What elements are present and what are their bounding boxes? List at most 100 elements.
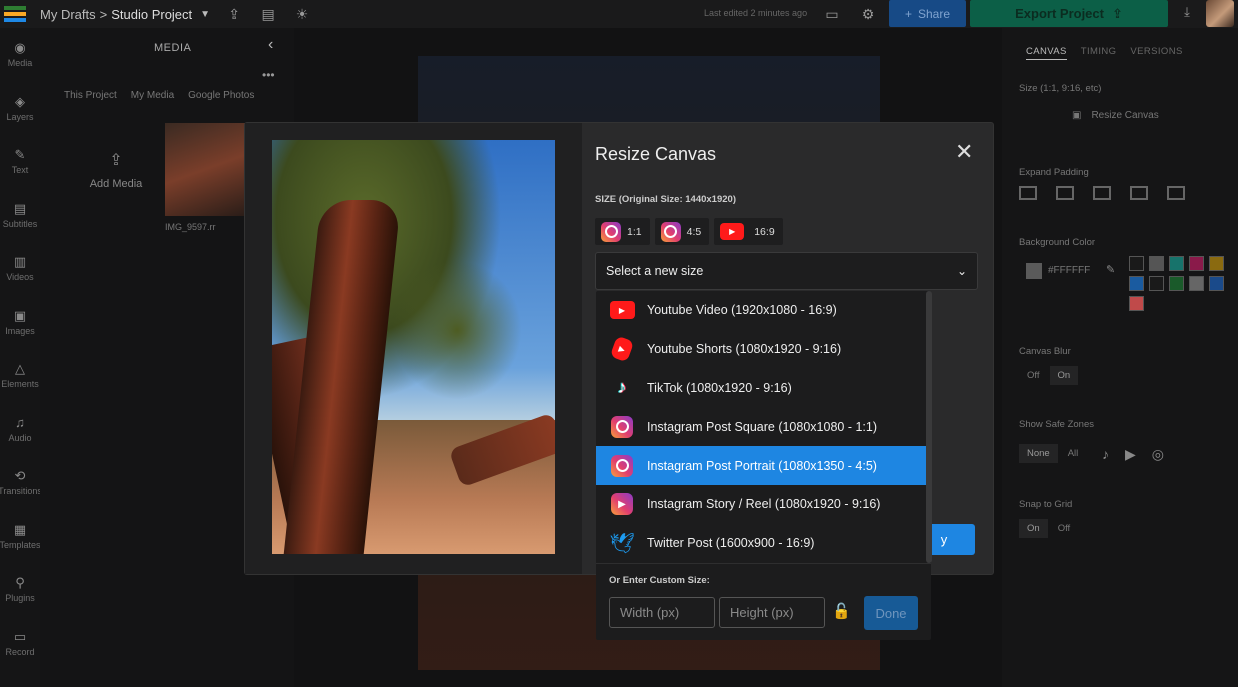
videos-icon: ▥ xyxy=(13,254,27,270)
color-swatch[interactable] xyxy=(1169,256,1184,271)
color-swatch[interactable] xyxy=(1149,276,1164,291)
media-thumbnail[interactable] xyxy=(165,123,245,216)
snap-off-option[interactable]: Off xyxy=(1050,519,1079,538)
lock-icon[interactable]: 🔓 xyxy=(832,602,851,622)
record-icon: ▭ xyxy=(13,628,27,644)
avatar[interactable] xyxy=(1206,0,1234,27)
size-select[interactable]: Select a new size ⌄ xyxy=(595,252,978,290)
height-input[interactable] xyxy=(719,597,825,628)
blur-off-option[interactable]: Off xyxy=(1019,366,1048,385)
add-media-button[interactable]: ⇪ Add Media xyxy=(76,150,156,190)
quick-size-4-5[interactable]: 4:5 xyxy=(654,218,710,245)
gear-icon[interactable]: ⚙ xyxy=(856,2,880,26)
share-button[interactable]: + Share xyxy=(889,0,966,27)
padding-bottom-icon[interactable] xyxy=(1093,186,1111,200)
quick-size-1-1[interactable]: 1:1 xyxy=(595,218,650,245)
tab-timing[interactable]: TIMING xyxy=(1081,46,1117,60)
snap-on-option[interactable]: On xyxy=(1019,519,1048,538)
resize-canvas-button[interactable]: ▣ Resize Canvas xyxy=(1072,110,1159,121)
option-tiktok[interactable]: ♪ TikTok (1080x1920 - 9:16) xyxy=(596,369,926,408)
color-swatch[interactable] xyxy=(1129,296,1144,311)
rail-item-videos[interactable]: ▥ Videos xyxy=(0,242,40,296)
subtitles-toggle-icon[interactable]: ▤ xyxy=(256,2,280,26)
rail-item-label: Layers xyxy=(6,111,34,122)
rail-item-text[interactable]: ✎ Text xyxy=(0,135,40,189)
rail-item-elements[interactable]: △ Elements xyxy=(0,349,40,403)
logo-icon[interactable] xyxy=(0,0,30,28)
background-color-swatch[interactable] xyxy=(1026,263,1042,279)
padding-none-icon[interactable] xyxy=(1167,186,1185,200)
project-name[interactable]: Studio Project xyxy=(111,7,192,22)
eyedropper-icon[interactable]: ✎ xyxy=(1106,263,1115,276)
color-swatch[interactable] xyxy=(1129,276,1144,291)
chevron-down-icon: ⌄ xyxy=(956,264,967,278)
breadcrumb-separator: > xyxy=(99,6,108,22)
color-swatch[interactable] xyxy=(1169,276,1184,291)
color-swatch[interactable] xyxy=(1149,256,1164,271)
width-input[interactable] xyxy=(609,597,715,628)
option-instagram-story[interactable]: ▶ Instagram Story / Reel (1080x1920 - 9:… xyxy=(596,485,926,524)
media-icon: ◉ xyxy=(14,40,26,56)
quick-size-16-9[interactable]: ▶ 16:9 xyxy=(714,218,783,245)
more-options-icon[interactable]: ••• xyxy=(262,68,275,82)
color-swatch[interactable] xyxy=(1129,256,1144,271)
rail-item-plugins[interactable]: ⚲ Plugins xyxy=(0,563,40,617)
tab-this-project[interactable]: This Project xyxy=(64,90,117,101)
background-color-hex[interactable]: #FFFFFF xyxy=(1048,265,1090,276)
tab-canvas[interactable]: CANVAS xyxy=(1026,46,1067,60)
rail-item-transitions[interactable]: ⟲ Transitions xyxy=(0,456,42,510)
color-swatch[interactable] xyxy=(1209,276,1224,291)
properties-panel: CANVAS TIMING VERSIONS Size (1:1, 9:16, … xyxy=(1002,28,1238,687)
rail-item-label: Text xyxy=(11,165,29,176)
option-youtube-video[interactable]: ▶ Youtube Video (1920x1080 - 16:9) xyxy=(596,291,926,330)
rail-item-label: Videos xyxy=(6,272,34,283)
safe-zones-none[interactable]: None xyxy=(1019,444,1058,463)
safe-zones-all[interactable]: All xyxy=(1060,444,1087,463)
tab-google-photos[interactable]: Google Photos xyxy=(188,90,254,101)
rail-item-audio[interactable]: ♫ Audio xyxy=(0,403,40,457)
upload-icon[interactable]: ⇪ xyxy=(222,2,246,26)
lightbulb-icon[interactable]: ☀ xyxy=(290,2,314,26)
tab-versions[interactable]: VERSIONS xyxy=(1130,46,1182,60)
tiktok-icon[interactable]: ♪ xyxy=(1102,446,1109,463)
rail-item-subtitles[interactable]: ▤ Subtitles xyxy=(0,189,40,243)
add-media-label: Add Media xyxy=(89,178,143,190)
images-icon: ▣ xyxy=(13,307,27,323)
collapse-panel-icon[interactable]: ‹ xyxy=(268,36,273,54)
rail-item-layers[interactable]: ◈ Layers xyxy=(0,82,40,136)
download-icon[interactable]: ⤓ xyxy=(1176,4,1198,24)
color-swatch[interactable] xyxy=(1189,256,1204,271)
instagram-icon[interactable]: ◎ xyxy=(1152,446,1164,463)
comments-icon[interactable]: ▭ xyxy=(820,2,844,26)
export-project-button[interactable]: Export Project ⇪ xyxy=(970,0,1168,27)
plugins-icon: ⚲ xyxy=(15,575,25,591)
rail-item-label: Record xyxy=(5,646,35,657)
rail-item-media[interactable]: ◉ Media xyxy=(0,28,40,82)
templates-icon: ▦ xyxy=(13,521,27,537)
option-twitter-post[interactable]: 🕊 Twitter Post (1600x900 - 16:9) xyxy=(596,524,926,563)
youtube-icon[interactable]: ▶ xyxy=(1125,446,1136,463)
close-icon[interactable]: ✕ xyxy=(955,141,973,163)
text-icon: ✎ xyxy=(14,147,26,163)
color-swatch[interactable] xyxy=(1209,256,1224,271)
padding-right-icon[interactable] xyxy=(1056,186,1074,200)
rail-item-templates[interactable]: ▦ Templates xyxy=(0,510,41,564)
size-options-list: ▶ Youtube Video (1920x1080 - 16:9) ▶ You… xyxy=(596,291,926,561)
youtube-shorts-icon: ▶ xyxy=(609,335,635,363)
chevron-down-icon[interactable]: ▼ xyxy=(200,9,210,20)
padding-left-icon[interactable] xyxy=(1130,186,1148,200)
modal-preview-pane xyxy=(245,123,582,574)
breadcrumb-root[interactable]: My Drafts xyxy=(40,7,96,22)
option-instagram-square[interactable]: Instagram Post Square (1080x1080 - 1:1) xyxy=(596,407,926,446)
rail-item-images[interactable]: ▣ Images xyxy=(0,296,40,350)
option-instagram-portrait[interactable]: Instagram Post Portrait (1080x1350 - 4:5… xyxy=(596,446,926,485)
blur-on-option[interactable]: On xyxy=(1049,366,1079,385)
padding-top-icon[interactable] xyxy=(1019,186,1037,200)
option-youtube-shorts[interactable]: ▶ Youtube Shorts (1080x1920 - 9:16) xyxy=(596,330,926,369)
dropdown-scrollbar[interactable] xyxy=(926,291,932,563)
transitions-icon: ⟲ xyxy=(14,468,26,484)
color-swatch[interactable] xyxy=(1189,276,1204,291)
rail-item-record[interactable]: ▭ Record xyxy=(0,617,40,671)
tab-my-media[interactable]: My Media xyxy=(131,90,174,101)
done-button[interactable]: Done xyxy=(864,596,918,630)
